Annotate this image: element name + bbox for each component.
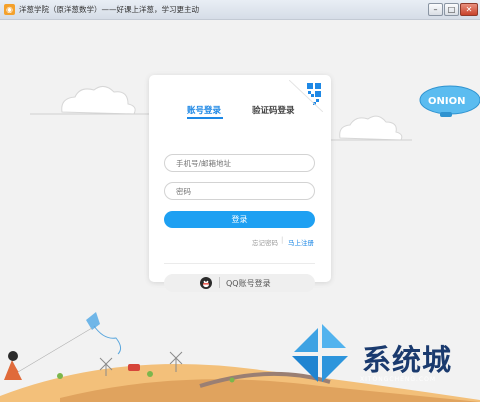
- app-icon: ◉: [4, 4, 15, 15]
- login-button[interactable]: 登录: [164, 211, 315, 228]
- app-content: ONION 账号登录 验证码登录 手机号/邮箱地址 登录 忘记密码 | 马上注册…: [0, 20, 480, 402]
- minimize-icon: –: [433, 5, 438, 14]
- qq-penguin-icon: [200, 277, 212, 289]
- register-link[interactable]: 马上注册: [288, 237, 314, 247]
- qq-login-button[interactable]: QQ账号登录: [164, 274, 315, 292]
- blimp-text: ONION: [428, 96, 465, 107]
- blimp-icon: ONION: [419, 85, 480, 117]
- section-divider: [164, 263, 315, 264]
- tab-account-login[interactable]: 账号登录: [187, 104, 221, 116]
- cloud-left: [61, 86, 136, 115]
- maximize-button[interactable]: □: [444, 3, 459, 16]
- link-separator: |: [281, 236, 284, 244]
- maximize-icon: □: [447, 5, 456, 14]
- window-title: 洋葱学院（原洋葱数学）——好课上洋葱，学习更主动: [19, 5, 199, 14]
- watermark-url: XITONGCHENG.COM: [360, 376, 437, 383]
- password-input[interactable]: [164, 182, 315, 200]
- cloud-right: [339, 115, 403, 141]
- girl-figure-icon: [4, 351, 22, 380]
- qr-code-icon[interactable]: [289, 80, 323, 112]
- close-button[interactable]: ✕: [460, 3, 478, 16]
- qq-login-label: QQ账号登录: [226, 279, 271, 288]
- active-tab-indicator: [187, 117, 223, 119]
- watermark-text: 系统城: [362, 343, 453, 377]
- login-card: 账号登录 验证码登录 登录 忘记密码 | 马上注册: [149, 75, 331, 292]
- close-icon: ✕: [465, 5, 473, 14]
- minimize-button[interactable]: –: [428, 3, 443, 16]
- bus-icon: [128, 364, 140, 371]
- account-input[interactable]: [164, 154, 315, 172]
- title-bar: ◉ 洋葱学院（原洋葱数学）——好课上洋葱，学习更主动 – □ ✕: [0, 0, 480, 20]
- qq-separator: [219, 277, 220, 288]
- watermark-logo-icon: [292, 324, 348, 382]
- forgot-password-link[interactable]: 忘记密码: [252, 237, 278, 247]
